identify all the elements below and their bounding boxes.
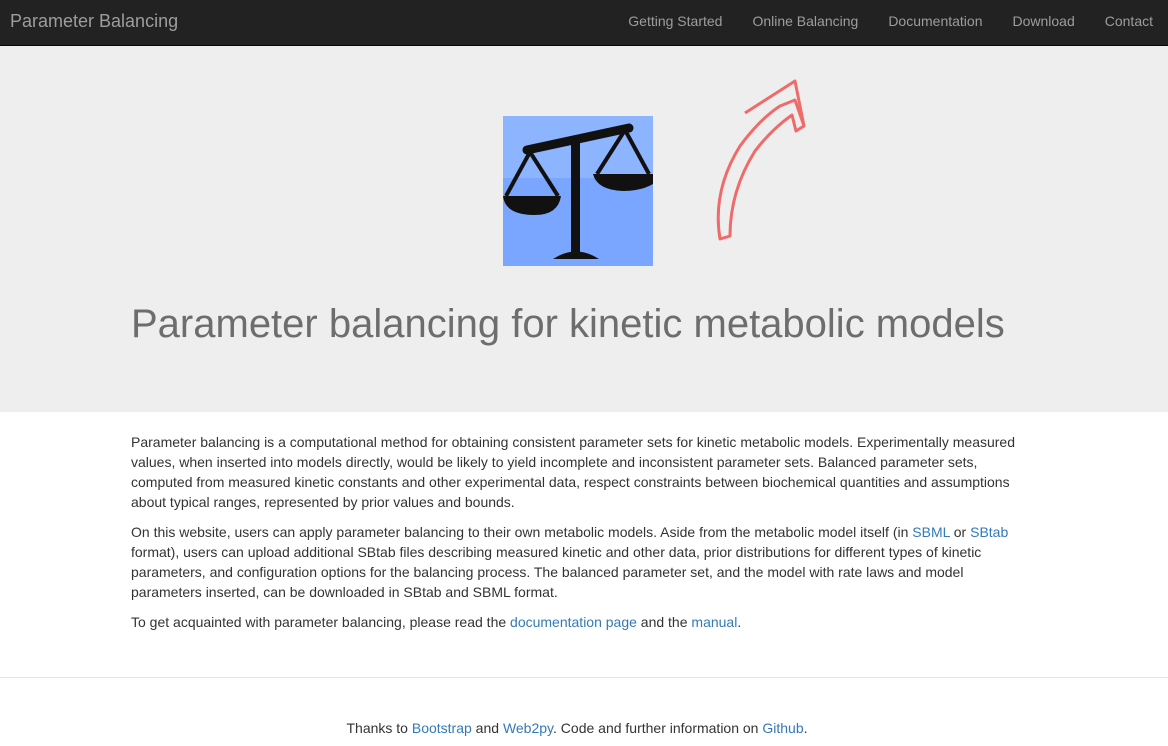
footer-divider [0,677,1168,678]
nav-getting-started[interactable]: Getting Started [613,0,737,46]
nav-online-balancing[interactable]: Online Balancing [737,0,873,46]
docs-paragraph: To get acquainted with parameter balanci… [131,614,742,630]
nav-contact[interactable]: Contact [1090,0,1168,46]
documentation-page-link[interactable]: documentation page [510,614,637,630]
intro-paragraph: Parameter balancing is a computational m… [131,434,1015,510]
top-navbar: Parameter Balancing Getting Started Onli… [0,0,1168,46]
nav-links: Getting Started Online Balancing Documen… [613,0,1168,46]
brand-link[interactable]: Parameter Balancing [10,0,178,46]
sbtab-link[interactable]: SBtab [970,524,1008,540]
github-link[interactable]: Github [762,720,803,736]
red-arrow-annotation-icon [716,79,806,241]
hero-jumbotron: Parameter balancing for kinetic metaboli… [0,46,1168,412]
sbml-link[interactable]: SBML [912,524,950,540]
balance-scale-icon [503,116,653,266]
manual-link[interactable]: manual [691,614,737,630]
usage-paragraph: On this website, users can apply paramet… [131,524,1009,600]
bootstrap-link[interactable]: Bootstrap [412,720,472,736]
main-content: Parameter balancing is a computational m… [131,432,1031,642]
web2py-link[interactable]: Web2py [503,720,553,736]
nav-documentation[interactable]: Documentation [873,0,997,46]
nav-download[interactable]: Download [997,0,1089,46]
page-title: Parameter balancing for kinetic metaboli… [131,302,1005,346]
footer: Thanks to Bootstrap and Web2py. Code and… [346,720,808,736]
